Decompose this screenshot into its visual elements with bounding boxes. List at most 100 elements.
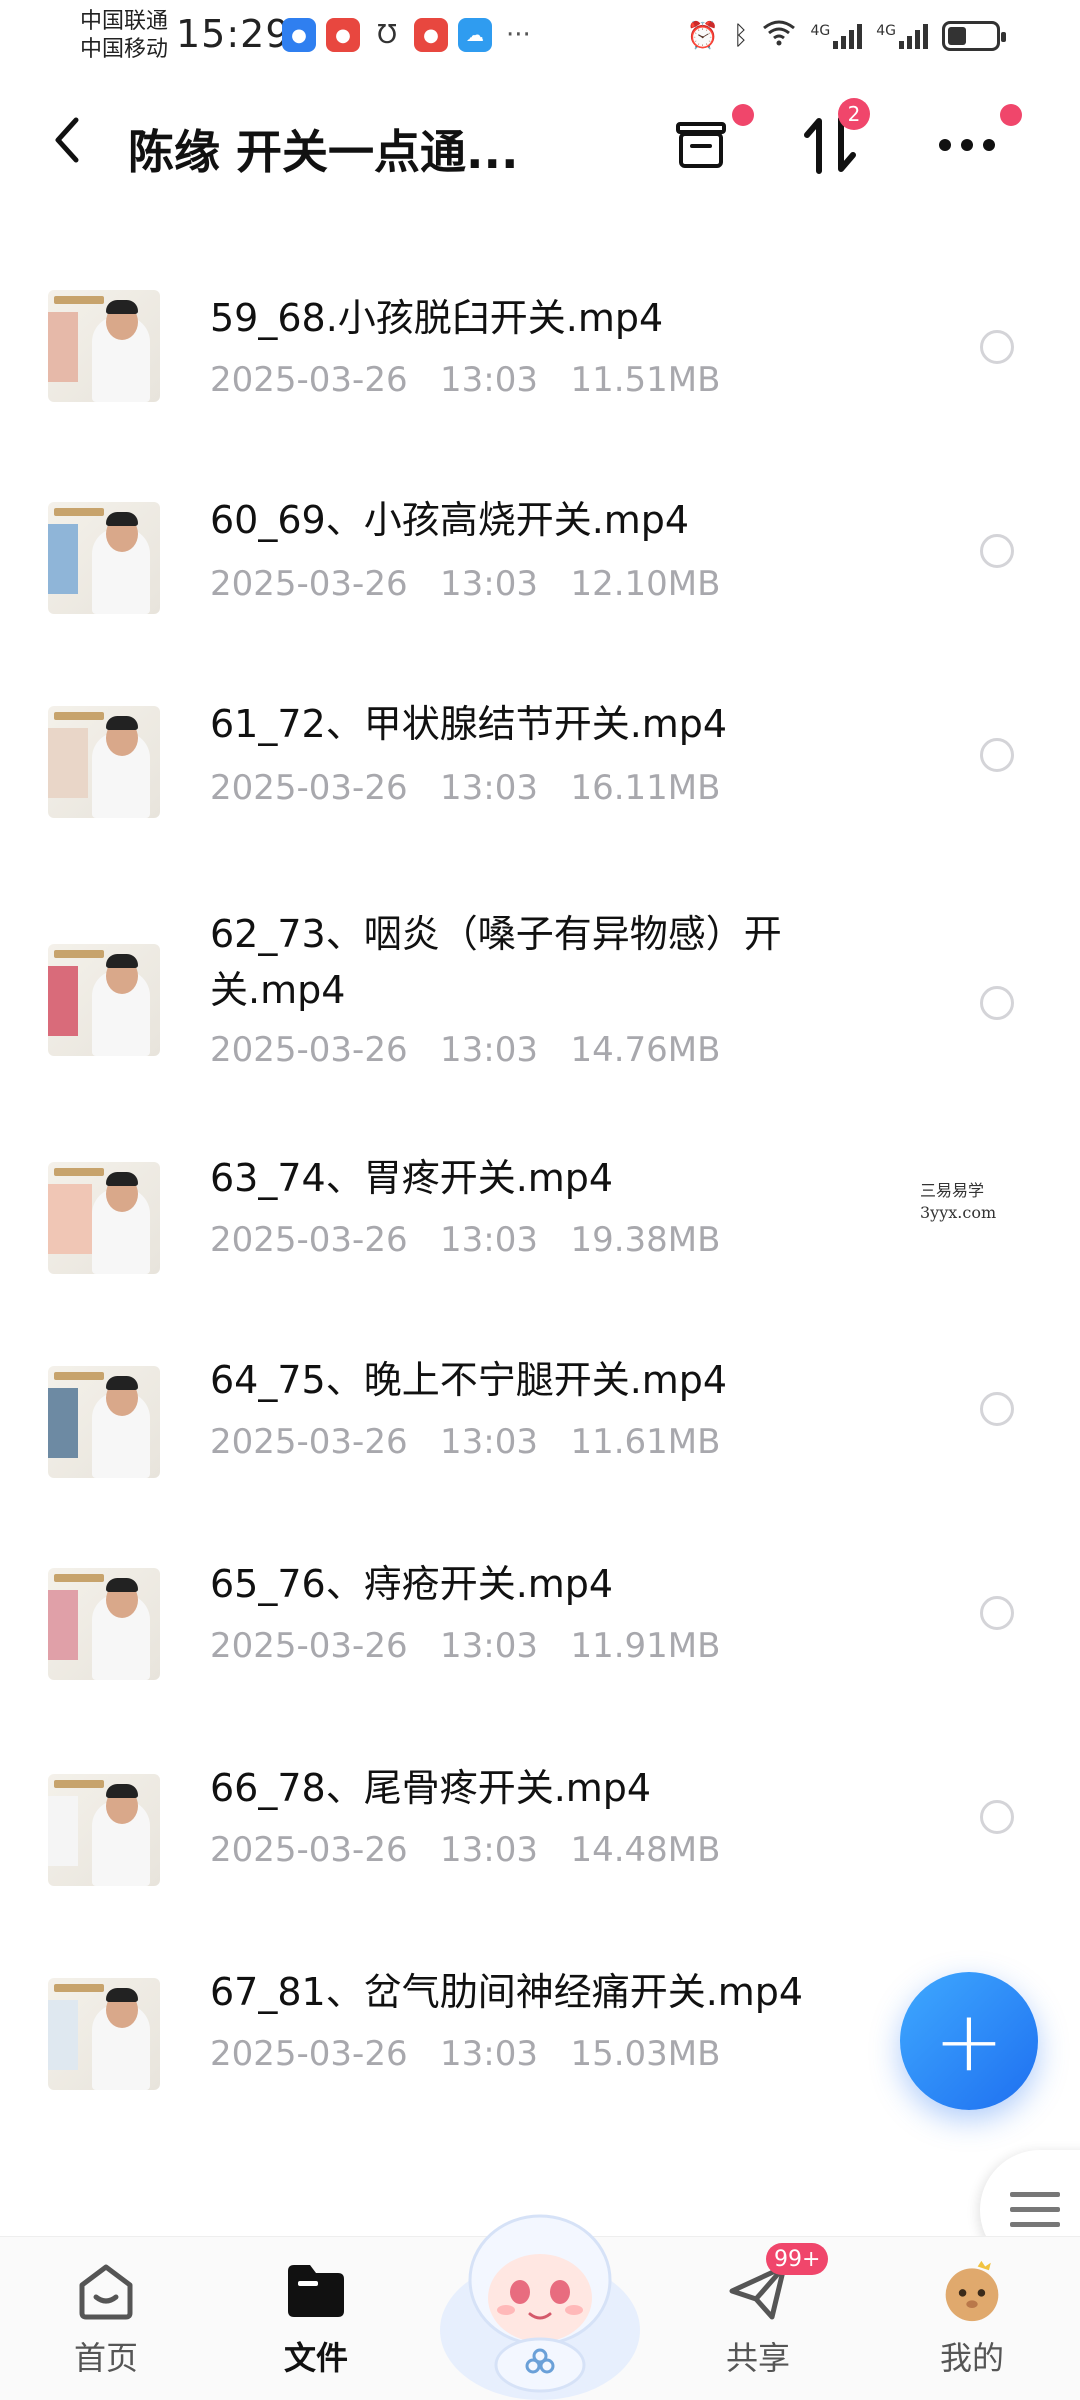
alarm-app-icon: Ʊ [370,18,404,52]
file-meta: 2025-03-26 13:03 11.91MB [210,1626,720,1666]
file-meta: 2025-03-26 13:03 16.11MB [210,768,720,808]
nav-share[interactable]: 99+ 共享 [688,2243,829,2379]
network-type-2: 4G [876,22,896,39]
share-count-badge: 99+ [766,2243,829,2275]
assistant-mascot-button[interactable] [430,2180,650,2400]
nav-files-label: 文件 [283,2339,348,2377]
file-size: 14.76MB [570,1030,721,1070]
file-name: 61_72、甲状腺结节开关.mp4 [210,702,728,746]
chevron-left-icon [55,117,79,163]
alarm-icon: ⏰ [686,20,719,51]
select-checkbox[interactable] [980,330,1014,364]
menu-icon [1010,2192,1060,2227]
file-size: 11.91MB [570,1626,721,1666]
video-thumbnail [48,1366,160,1478]
paper-plane-icon: 99+ [726,2243,829,2323]
carrier-1: 中国联通 [80,9,169,34]
app-notification-icon: ● [414,18,448,52]
file-time: 13:03 [440,1030,539,1070]
nav-mine-label: 我的 [939,2339,1004,2377]
transfer-button[interactable]: 2 [796,98,870,180]
select-checkbox[interactable] [980,1392,1014,1426]
file-time: 13:03 [440,1220,539,1260]
nav-files[interactable]: 文件 [246,2259,386,2379]
file-meta: 2025-03-26 13:03 11.61MB [210,1422,720,1462]
select-checkbox[interactable] [980,986,1014,1020]
bluetooth-icon: ᛒ [732,20,749,51]
plus-icon: + [933,1992,1005,2090]
weather-app-icon: ☁ [458,18,492,52]
notification-dot [732,104,754,126]
file-meta: 2025-03-26 13:03 19.38MB [210,1220,720,1260]
status-bar: 中国联通 中国移动 15:29 ● ● Ʊ ● ☁ ··· ⏰ ᛒ 4G 4G [0,0,1080,72]
select-checkbox[interactable] [980,534,1014,568]
back-button[interactable] [48,110,88,184]
file-meta: 2025-03-26 13:03 12.10MB [210,564,720,604]
file-size: 16.11MB [570,768,721,808]
archive-box-icon [676,122,726,168]
add-button[interactable]: + [900,1972,1038,2110]
file-size: 19.38MB [570,1220,721,1260]
select-checkbox[interactable] [980,738,1014,772]
file-meta: 2025-03-26 13:03 14.48MB [210,1830,720,1870]
page-title: 陈缘 开关一点通... [128,125,519,179]
carrier-info: 中国联通 中国移动 [80,8,168,64]
mascot-icon [440,2214,640,2400]
wifi-icon [762,18,796,53]
clipboard-button[interactable] [666,104,754,180]
file-name: 66_78、尾骨疼开关.mp4 [210,1766,652,1810]
file-name: 64_75、晚上不宁腿开关.mp4 [210,1358,728,1402]
more-notifications-icon: ··· [506,20,531,50]
file-date: 2025-03-26 [210,1626,408,1666]
network-type-1: 4G [810,22,831,39]
carrier-2: 中国移动 [80,37,169,62]
file-date: 2025-03-26 [210,1830,408,1870]
avatar [940,2259,1004,2323]
file-size: 11.51MB [570,360,721,400]
file-name: 67_81、岔气肋间神经痛开关.mp4 [210,1970,804,2014]
notification-icons: ● ● Ʊ ● ☁ ··· [282,18,531,52]
video-thumbnail [48,502,160,614]
video-thumbnail [48,1568,160,1680]
file-time: 13:03 [440,1830,539,1870]
file-name: 60_69、小孩高烧开关.mp4 [210,498,690,542]
file-name: 63_74、胃疼开关.mp4 [210,1156,614,1200]
select-checkbox[interactable] [980,1596,1014,1630]
file-date: 2025-03-26 [210,360,408,400]
more-horizontal-icon [939,139,995,151]
file-meta: 2025-03-26 13:03 15.03MB [210,2034,720,2074]
file-time: 13:03 [440,1422,539,1462]
file-size: 12.10MB [570,564,721,604]
file-date: 2025-03-26 [210,1030,408,1070]
file-date: 2025-03-26 [210,768,408,808]
home-icon [74,2259,138,2323]
file-date: 2025-03-26 [210,2034,408,2074]
select-checkbox[interactable] [980,1800,1014,1834]
file-time: 13:03 [440,564,539,604]
file-size: 15.03MB [570,2034,721,2074]
video-thumbnail [48,706,160,818]
signal-icon-2: 4G [876,23,928,49]
nav-mine[interactable]: 我的 [902,2259,1042,2379]
file-time: 13:03 [440,768,539,808]
system-icons: ⏰ ᛒ 4G 4G [686,18,1006,53]
notification-dot [1000,104,1022,126]
file-name: 65_76、痔疮开关.mp4 [210,1562,614,1606]
watermark: 三易易学 3yyx.com [920,1180,996,1224]
file-date: 2025-03-26 [210,1422,408,1462]
file-date: 2025-03-26 [210,564,408,604]
video-thumbnail [48,944,160,1056]
nav-home[interactable]: 首页 [36,2259,176,2379]
app-notification-icon: ● [326,18,360,52]
more-options-button[interactable] [932,104,1022,180]
video-thumbnail [48,1774,160,1886]
watermark-line-1: 三易易学 [920,1181,985,1200]
file-meta: 2025-03-26 13:03 14.76MB [210,1030,720,1070]
nav-home-label: 首页 [73,2339,138,2377]
file-name: 62_73、咽炎（嗓子有异物感）开关.mp4 [210,912,782,1012]
video-thumbnail [48,1978,160,2090]
file-time: 13:03 [440,1626,539,1666]
file-size: 14.48MB [570,1830,721,1870]
signal-icon-1: 4G [810,22,863,49]
file-name: 59_68.小孩脱臼开关.mp4 [210,296,664,340]
